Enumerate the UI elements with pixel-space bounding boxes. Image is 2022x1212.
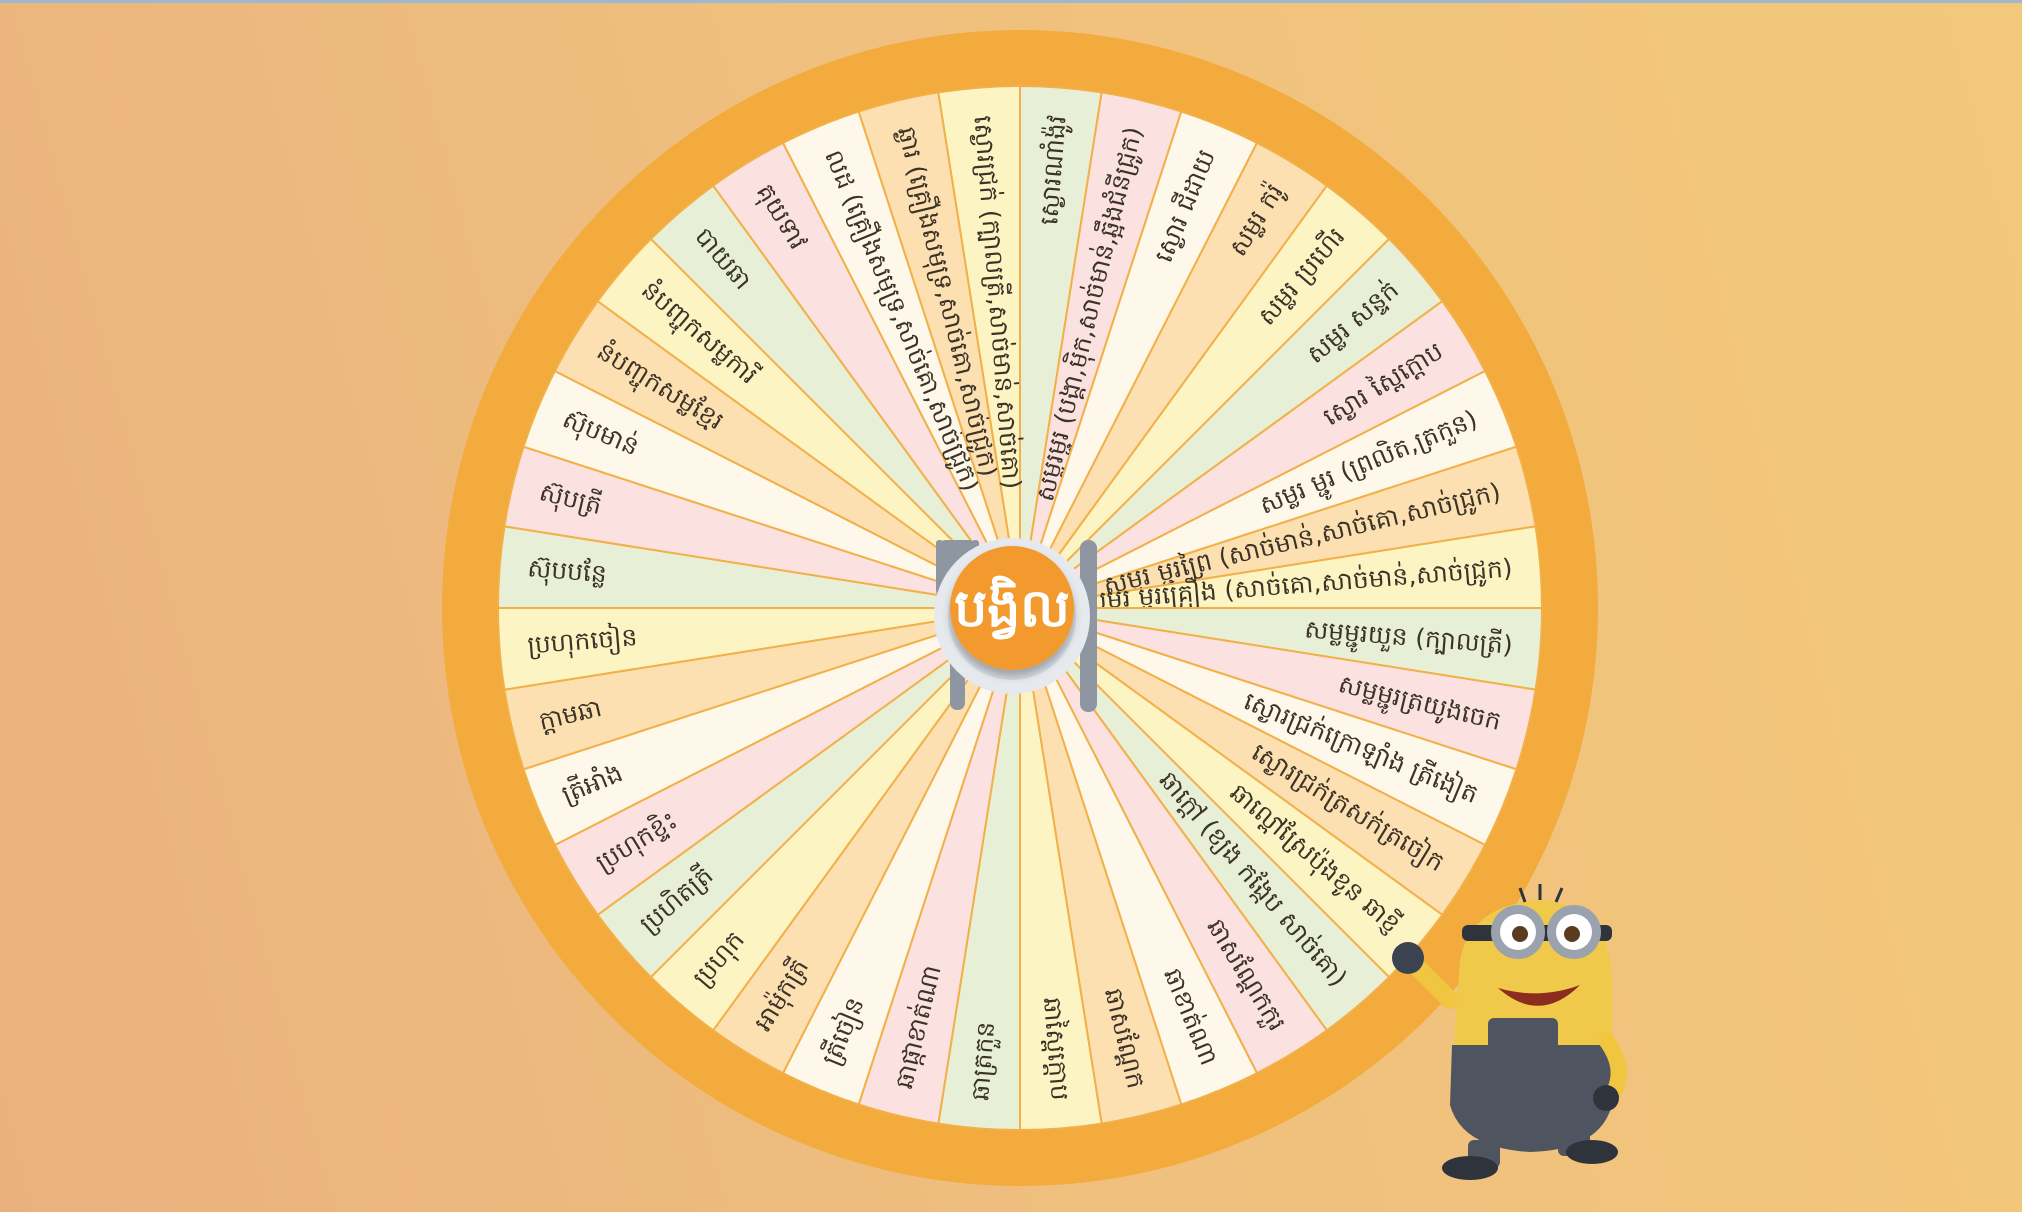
spin-button-label[interactable]: បង្វិល [954, 575, 1070, 640]
minion-glove [1392, 942, 1424, 974]
spin-button[interactable]: បង្វិល [950, 546, 1074, 670]
spin-wheel[interactable]: ស្ងោរណាំង៉ូវសម្លរម្ជូរ (បង្គា,ម៉ិក,សាច់ម… [0, 0, 2022, 1212]
